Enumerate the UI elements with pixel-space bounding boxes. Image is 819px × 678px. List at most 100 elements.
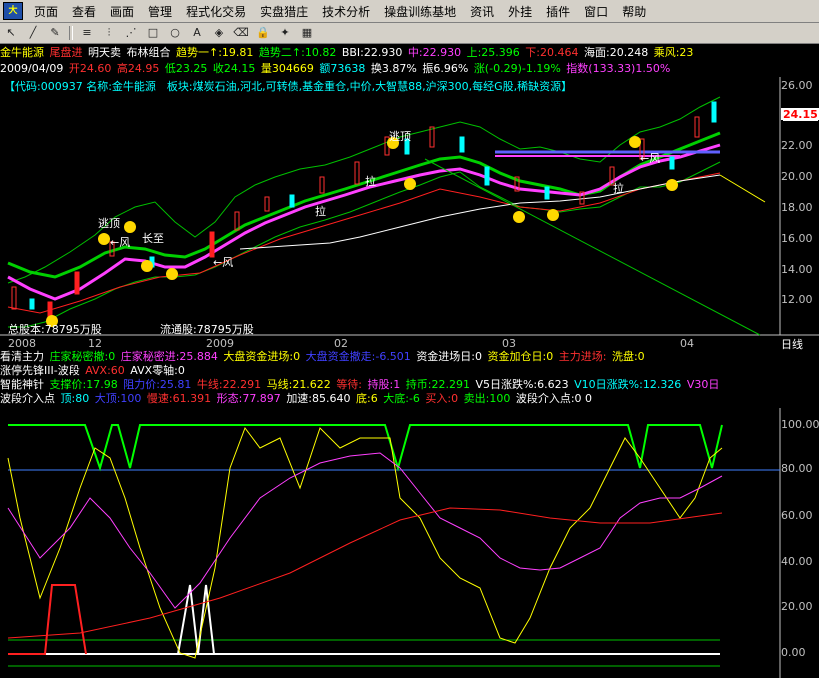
- oscillator-panel[interactable]: [0, 408, 819, 678]
- rect-icon[interactable]: □: [144, 25, 162, 41]
- ind4-j: 波段介入点:0 0: [515, 392, 593, 405]
- ohlc-close: 收24.15: [212, 62, 256, 75]
- menu-manage[interactable]: 管理: [141, 3, 179, 20]
- x-label: 04: [680, 337, 694, 350]
- menu-training[interactable]: 操盘训练基地: [377, 3, 463, 20]
- top-signal-label: 逃顶: [98, 217, 120, 230]
- menu-page[interactable]: 页面: [27, 3, 65, 20]
- lock-icon[interactable]: 🔒: [254, 25, 272, 41]
- toolbar-separator: [69, 26, 73, 40]
- indicator-wave: 波段介入点 顶:80 大顶:100 慢速:61.391 形态:77.897 加速…: [0, 392, 594, 405]
- ohlc-high: 高24.95: [116, 62, 160, 75]
- line-icon[interactable]: ╱: [24, 25, 42, 41]
- ind2-title: 涨停先锋III-波段: [0, 364, 80, 377]
- signal-tip: 明天卖: [88, 46, 121, 59]
- price-tick: 16.00: [781, 232, 813, 245]
- trend1-value: 趋势一↑:19.81: [176, 46, 254, 59]
- eraser-icon[interactable]: ⌫: [232, 25, 250, 41]
- price-tick: 12.00: [781, 293, 813, 306]
- x-label: 02: [334, 337, 348, 350]
- menu-help[interactable]: 帮助: [615, 3, 653, 20]
- ind3-f: 持股:1: [367, 378, 401, 391]
- signal-flag: 尾盘进: [49, 46, 83, 59]
- text-icon[interactable]: A: [188, 25, 206, 41]
- lower-value: 下:20.464: [525, 46, 579, 59]
- ohlc-low: 低23.25: [164, 62, 208, 75]
- hline-icon[interactable]: ≡: [78, 25, 96, 41]
- mark-icon[interactable]: ✦: [276, 25, 294, 41]
- menu-bar: 大 页面 查看 画面 管理 程式化交易 实盘猎庄 技术分析 操盘训练基地 资讯 …: [0, 0, 819, 23]
- ind1-d: 大盘资金撤走:-6.501: [305, 350, 411, 363]
- ind1-g: 主力进场:: [558, 350, 607, 363]
- ohlc-volume: 量304669: [260, 62, 314, 75]
- ind4-e: 加速:85.640: [286, 392, 351, 405]
- trend2-value: 趋势二↑:10.82: [258, 46, 337, 59]
- osc-tick: 40.00: [781, 555, 813, 568]
- ohlc-turnover: 换3.87%: [370, 62, 417, 75]
- pointer-icon[interactable]: ↖: [2, 25, 20, 41]
- ohlc-amount: 额73638: [319, 62, 366, 75]
- ohlc-date: 2009/04/09: [0, 62, 64, 75]
- wind-value: 乘风:23: [653, 46, 694, 59]
- x-label: 2008: [8, 337, 36, 350]
- combo-label: 布林组合: [126, 46, 171, 59]
- bbi-value: BBI:22.930: [341, 46, 403, 59]
- price-tick: 26.00: [781, 79, 813, 92]
- indicator-main-force: 看清主力 庄家秘密撤:0 庄家秘密进:25.884 大盘资金进场:0 大盘资金撤…: [0, 350, 647, 363]
- menu-plugins[interactable]: 插件: [539, 3, 577, 20]
- ind2-a: AVX:60: [85, 364, 125, 377]
- wind-label-3: ←风: [640, 152, 661, 165]
- menu-window[interactable]: 窗口: [577, 3, 615, 20]
- star-label: 长至: [142, 232, 164, 245]
- ind3-title: 智能神针: [0, 378, 44, 391]
- price-tick: 20.00: [781, 170, 813, 183]
- x-label: 12: [88, 337, 102, 350]
- channel-icon[interactable]: ⋰: [122, 25, 140, 41]
- price-tick: 18.00: [781, 201, 813, 214]
- price-tick: 14.00: [781, 263, 813, 276]
- sea-value: 海面:20.248: [584, 46, 649, 59]
- osc-tick: 0.00: [781, 646, 806, 659]
- menu-view[interactable]: 查看: [65, 3, 103, 20]
- ind3-c: 牛线:22.291: [196, 378, 262, 391]
- menu-tech-analysis[interactable]: 技术分析: [315, 3, 377, 20]
- float-shares: 流通股:78795万股: [160, 323, 254, 336]
- ind3-b: 阻力价:25.81: [123, 378, 192, 391]
- ind4-i: 卖出:100: [463, 392, 511, 405]
- osc-tick: 60.00: [781, 509, 813, 522]
- ind3-i: V10日涨跌%:12.326: [574, 378, 682, 391]
- ind3-h: V5日涨跌%:6.623: [475, 378, 569, 391]
- ind4-f: 底:6: [356, 392, 378, 405]
- pen-icon[interactable]: ✎: [46, 25, 64, 41]
- ind3-j: V30日: [686, 378, 720, 391]
- menu-news[interactable]: 资讯: [463, 3, 501, 20]
- stock-name: 金牛能源: [0, 46, 44, 59]
- upper-value: 上:25.396: [466, 46, 520, 59]
- header-line: 金牛能源 尾盘进 明天卖 布林组合 趋势一↑:19.81 趋势二↑:10.82 …: [0, 46, 695, 59]
- ind1-title: 看清主力: [0, 350, 44, 363]
- top-signal-label-2: 逃顶: [389, 130, 411, 143]
- ind2-b: AVX零轴:0: [130, 364, 185, 377]
- last-price-box: 24.15: [783, 108, 818, 121]
- ellipse-icon[interactable]: ○: [166, 25, 184, 41]
- ind4-d: 形态:77.897: [216, 392, 281, 405]
- ind4-h: 买入:0: [425, 392, 459, 405]
- ind4-g: 大底:-6: [383, 392, 420, 405]
- ohlc-change: 涨(-0.29)-1.19%: [473, 62, 561, 75]
- shapes-icon[interactable]: ◈: [210, 25, 228, 41]
- ind4-c: 慢速:61.391: [146, 392, 212, 405]
- ind1-b: 庄家秘密进:25.884: [120, 350, 218, 363]
- grid-icon[interactable]: ▦: [298, 25, 316, 41]
- fan-icon[interactable]: ⫶: [100, 25, 118, 41]
- menu-program-trade[interactable]: 程式化交易: [179, 3, 253, 20]
- ind3-a: 支撑价:17.98: [49, 378, 118, 391]
- menu-screen[interactable]: 画面: [103, 3, 141, 20]
- menu-plugin-ext[interactable]: 外挂: [501, 3, 539, 20]
- ind4-title: 波段介入点: [0, 392, 55, 405]
- ind4-a: 顶:80: [60, 392, 90, 405]
- indicator-smart-needle: 智能神针 支撑价:17.98 阻力价:25.81 牛线:22.291 马线:21…: [0, 378, 721, 391]
- menu-hunt[interactable]: 实盘猎庄: [253, 3, 315, 20]
- period-tab[interactable]: 日线: [781, 336, 803, 352]
- pull-label-2: 拉: [365, 175, 376, 188]
- ind3-e: 等待:: [336, 378, 363, 391]
